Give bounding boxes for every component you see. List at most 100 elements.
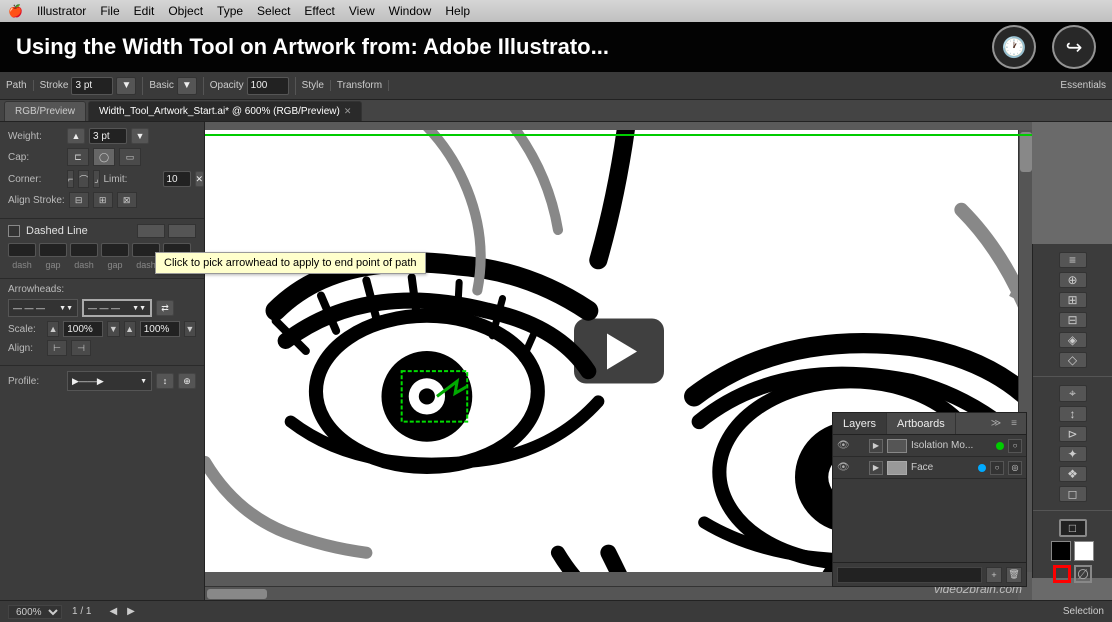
right-tool-5[interactable]: ◈: [1059, 332, 1087, 348]
nav-prev[interactable]: ◀: [109, 606, 117, 617]
layers-menu-btn[interactable]: ≫: [988, 416, 1004, 432]
scale-end-down[interactable]: ▼: [184, 321, 196, 337]
share-button[interactable]: ↪: [1052, 25, 1096, 69]
layers-close-btn[interactable]: ≡: [1006, 416, 1022, 432]
h-scrollbar-thumb[interactable]: [207, 589, 267, 599]
dash-style-btn1[interactable]: [137, 224, 165, 238]
tab-rgb-preview[interactable]: RGB/Preview: [4, 101, 86, 121]
profile-flip-btn[interactable]: ↕: [156, 373, 174, 389]
opacity-input[interactable]: [247, 77, 289, 95]
dash-style-btn2[interactable]: [168, 224, 196, 238]
tab-close-icon[interactable]: ✕: [344, 106, 352, 117]
artboards-tab[interactable]: Artboards: [887, 413, 956, 434]
cap-square-btn[interactable]: ▭: [119, 148, 141, 166]
profile-select[interactable]: ▶——▶ ▼: [67, 371, 152, 391]
layer-expand-1[interactable]: ▶: [869, 461, 883, 475]
scale-start-input[interactable]: [63, 321, 103, 337]
align-inside-btn[interactable]: ⊞: [93, 192, 113, 208]
menu-select[interactable]: Select: [257, 4, 290, 18]
background-color[interactable]: [1074, 541, 1094, 561]
menu-illustrator[interactable]: Illustrator: [37, 4, 86, 18]
weight-down-btn[interactable]: ▼: [131, 128, 149, 144]
none-indicator[interactable]: ∅: [1074, 565, 1092, 583]
play-button[interactable]: [574, 319, 664, 384]
corner-bevel-btn[interactable]: ⌟: [93, 170, 99, 188]
limit-input[interactable]: [163, 171, 191, 187]
corner-round-btn[interactable]: ⌒: [78, 170, 89, 188]
dash1-label: dash: [8, 260, 36, 270]
arrowhead-end-select[interactable]: — — — ▼: [82, 299, 152, 317]
layer-add-btn[interactable]: +: [986, 567, 1002, 583]
menu-effect[interactable]: Effect: [304, 4, 334, 18]
menu-window[interactable]: Window: [389, 4, 432, 18]
layer-delete-btn[interactable]: 🗑: [1006, 567, 1022, 583]
layer-lock-0[interactable]: ○: [1008, 439, 1022, 453]
arrowhead-start-select[interactable]: — — — ▼: [8, 299, 78, 317]
style-group: Style: [302, 80, 331, 91]
essentials-label: Essentials: [1060, 80, 1106, 91]
right-tool-7[interactable]: ⌖: [1059, 385, 1087, 402]
basic-dropdown[interactable]: ▼: [177, 77, 197, 95]
layer-row-1[interactable]: 👁 ▶ Face ○ ◎: [833, 457, 1026, 479]
limit-close-btn[interactable]: ✕: [195, 171, 205, 187]
right-tool-10[interactable]: ✦: [1059, 446, 1087, 462]
stroke-indicator[interactable]: [1053, 565, 1071, 583]
corner-miter-btn[interactable]: ⌐: [67, 170, 74, 188]
menu-file[interactable]: File: [100, 4, 119, 18]
stroke-dropdown[interactable]: ▼: [116, 77, 136, 95]
scale-start-down[interactable]: ▼: [107, 321, 119, 337]
right-tool-3[interactable]: ⊞: [1059, 292, 1087, 308]
scale-end-input[interactable]: [140, 321, 180, 337]
menu-view[interactable]: View: [349, 4, 375, 18]
stroke-value-input[interactable]: [71, 77, 113, 95]
profile-extra-btn[interactable]: ⊕: [178, 373, 196, 389]
layer-target-1[interactable]: ◎: [1008, 461, 1022, 475]
scale-end-up[interactable]: ▲: [124, 321, 136, 337]
right-tool-9[interactable]: ⊳: [1059, 426, 1087, 442]
dash2-input[interactable]: [70, 243, 98, 257]
scale-start-up[interactable]: ▲: [47, 321, 59, 337]
tab-width-tool[interactable]: Width_Tool_Artwork_Start.ai* @ 600% (RGB…: [88, 101, 362, 121]
menu-object[interactable]: Object: [168, 4, 203, 18]
cap-butt-btn[interactable]: ⊏: [67, 148, 89, 166]
layer-expand-0[interactable]: ▶: [869, 439, 883, 453]
right-tool-1[interactable]: ≡: [1059, 252, 1087, 268]
layers-tab[interactable]: Layers: [833, 413, 887, 434]
right-tool-6[interactable]: ◇: [1059, 352, 1087, 368]
zoom-select[interactable]: 600%: [8, 605, 62, 619]
corner-row: Corner: ⌐ ⌒ ⌟ Limit: ✕: [8, 170, 196, 188]
menu-type[interactable]: Type: [217, 4, 243, 18]
right-tool-4[interactable]: ⊟: [1059, 312, 1087, 328]
menu-edit[interactable]: Edit: [134, 4, 155, 18]
eye-icon-1[interactable]: 👁: [837, 462, 849, 474]
layer-search-input[interactable]: [837, 567, 982, 583]
gap2-input[interactable]: [101, 243, 129, 257]
dash1-input[interactable]: [8, 243, 36, 257]
align-outside-btn[interactable]: ⊠: [117, 192, 137, 208]
clock-button[interactable]: 🕐: [992, 25, 1036, 69]
apple-menu[interactable]: 🍎: [8, 4, 23, 18]
weight-up-btn[interactable]: ▲: [67, 128, 85, 144]
layer-row-0[interactable]: 👁 ▶ Isolation Mo... ○: [833, 435, 1026, 457]
gap1-input[interactable]: [39, 243, 67, 257]
right-tool-11[interactable]: ❖: [1059, 466, 1087, 482]
dashed-checkbox[interactable]: [8, 225, 20, 237]
v-scrollbar-thumb[interactable]: [1020, 132, 1032, 172]
right-tool-8[interactable]: ↕: [1059, 406, 1087, 422]
horizontal-scrollbar[interactable]: [205, 586, 1018, 600]
align-arrowhead-btn2[interactable]: ⊣: [71, 340, 91, 356]
right-tool-13[interactable]: □: [1059, 519, 1087, 537]
right-tool-12[interactable]: ◻: [1059, 486, 1087, 502]
weight-input[interactable]: [89, 128, 127, 144]
right-tool-2[interactable]: ⊕: [1059, 272, 1087, 288]
menu-help[interactable]: Help: [445, 4, 470, 18]
cap-round-btn[interactable]: ◯: [93, 148, 115, 166]
foreground-color[interactable]: [1051, 541, 1071, 561]
eye-icon-0[interactable]: 👁: [837, 440, 849, 452]
layer-visibility-0: [853, 440, 865, 452]
align-center-btn[interactable]: ⊟: [69, 192, 89, 208]
layer-lock-1[interactable]: ○: [990, 461, 1004, 475]
nav-next[interactable]: ▶: [127, 606, 135, 617]
swap-arrowheads-btn[interactable]: ⇄: [156, 300, 174, 316]
align-arrowhead-btn1[interactable]: ⊢: [47, 340, 67, 356]
